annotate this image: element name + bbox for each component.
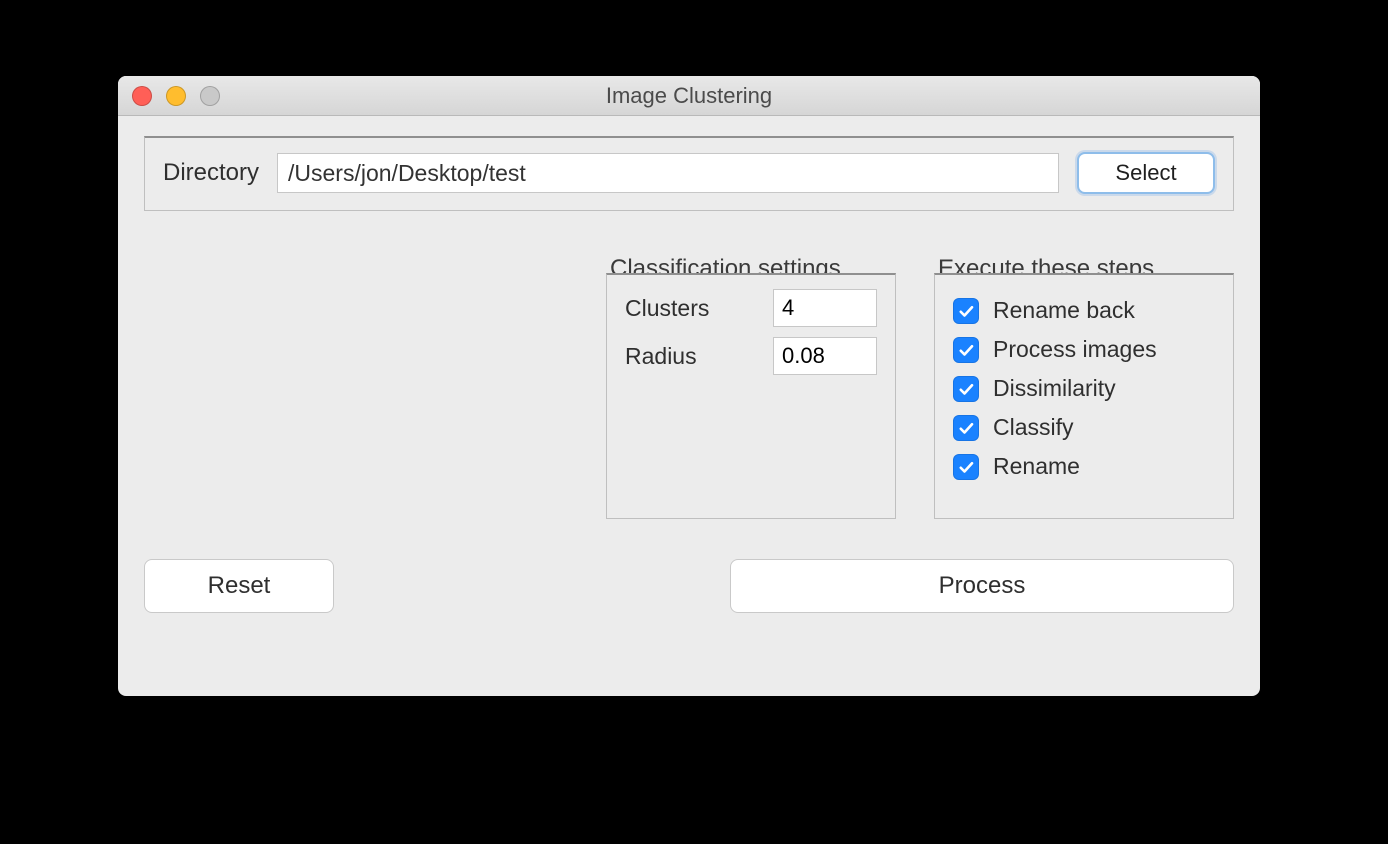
titlebar: Image Clustering (118, 76, 1260, 116)
app-window: Image Clustering Directory Select Classi… (118, 76, 1260, 696)
directory-group: Directory Select (144, 136, 1234, 211)
step-row: Rename back (953, 297, 1215, 324)
content-area: Directory Select Classification settings… (118, 116, 1260, 637)
step-label: Classify (993, 414, 1074, 441)
checkbox[interactable] (953, 298, 979, 324)
select-button[interactable]: Select (1077, 152, 1215, 194)
step-label: Dissimilarity (993, 375, 1116, 402)
minimize-icon[interactable] (166, 86, 186, 106)
check-icon (957, 458, 975, 476)
process-button[interactable]: Process (730, 559, 1234, 613)
check-icon (957, 302, 975, 320)
step-row: Dissimilarity (953, 375, 1215, 402)
checkbox[interactable] (953, 337, 979, 363)
check-icon (957, 419, 975, 437)
window-title: Image Clustering (118, 83, 1260, 109)
step-label: Rename (993, 453, 1080, 480)
step-row: Rename (953, 453, 1215, 480)
check-icon (957, 380, 975, 398)
step-row: Classify (953, 414, 1215, 441)
checkbox[interactable] (953, 454, 979, 480)
step-row: Process images (953, 336, 1215, 363)
clusters-label: Clusters (625, 295, 709, 322)
execute-steps-group: Execute these steps Rename backProcess i… (934, 273, 1234, 519)
close-icon[interactable] (132, 86, 152, 106)
reset-button[interactable]: Reset (144, 559, 334, 613)
clusters-input[interactable] (773, 289, 877, 327)
step-label: Process images (993, 336, 1157, 363)
window-controls (118, 86, 220, 106)
radius-input[interactable] (773, 337, 877, 375)
checkbox[interactable] (953, 415, 979, 441)
maximize-icon[interactable] (200, 86, 220, 106)
step-label: Rename back (993, 297, 1135, 324)
classification-settings-group: Classification settings Clusters Radius (606, 273, 896, 519)
layout-spacer (372, 559, 692, 613)
layout-spacer (144, 249, 568, 519)
radius-label: Radius (625, 343, 697, 370)
directory-input[interactable] (277, 153, 1059, 193)
directory-label: Directory (163, 159, 259, 187)
checkbox[interactable] (953, 376, 979, 402)
check-icon (957, 341, 975, 359)
